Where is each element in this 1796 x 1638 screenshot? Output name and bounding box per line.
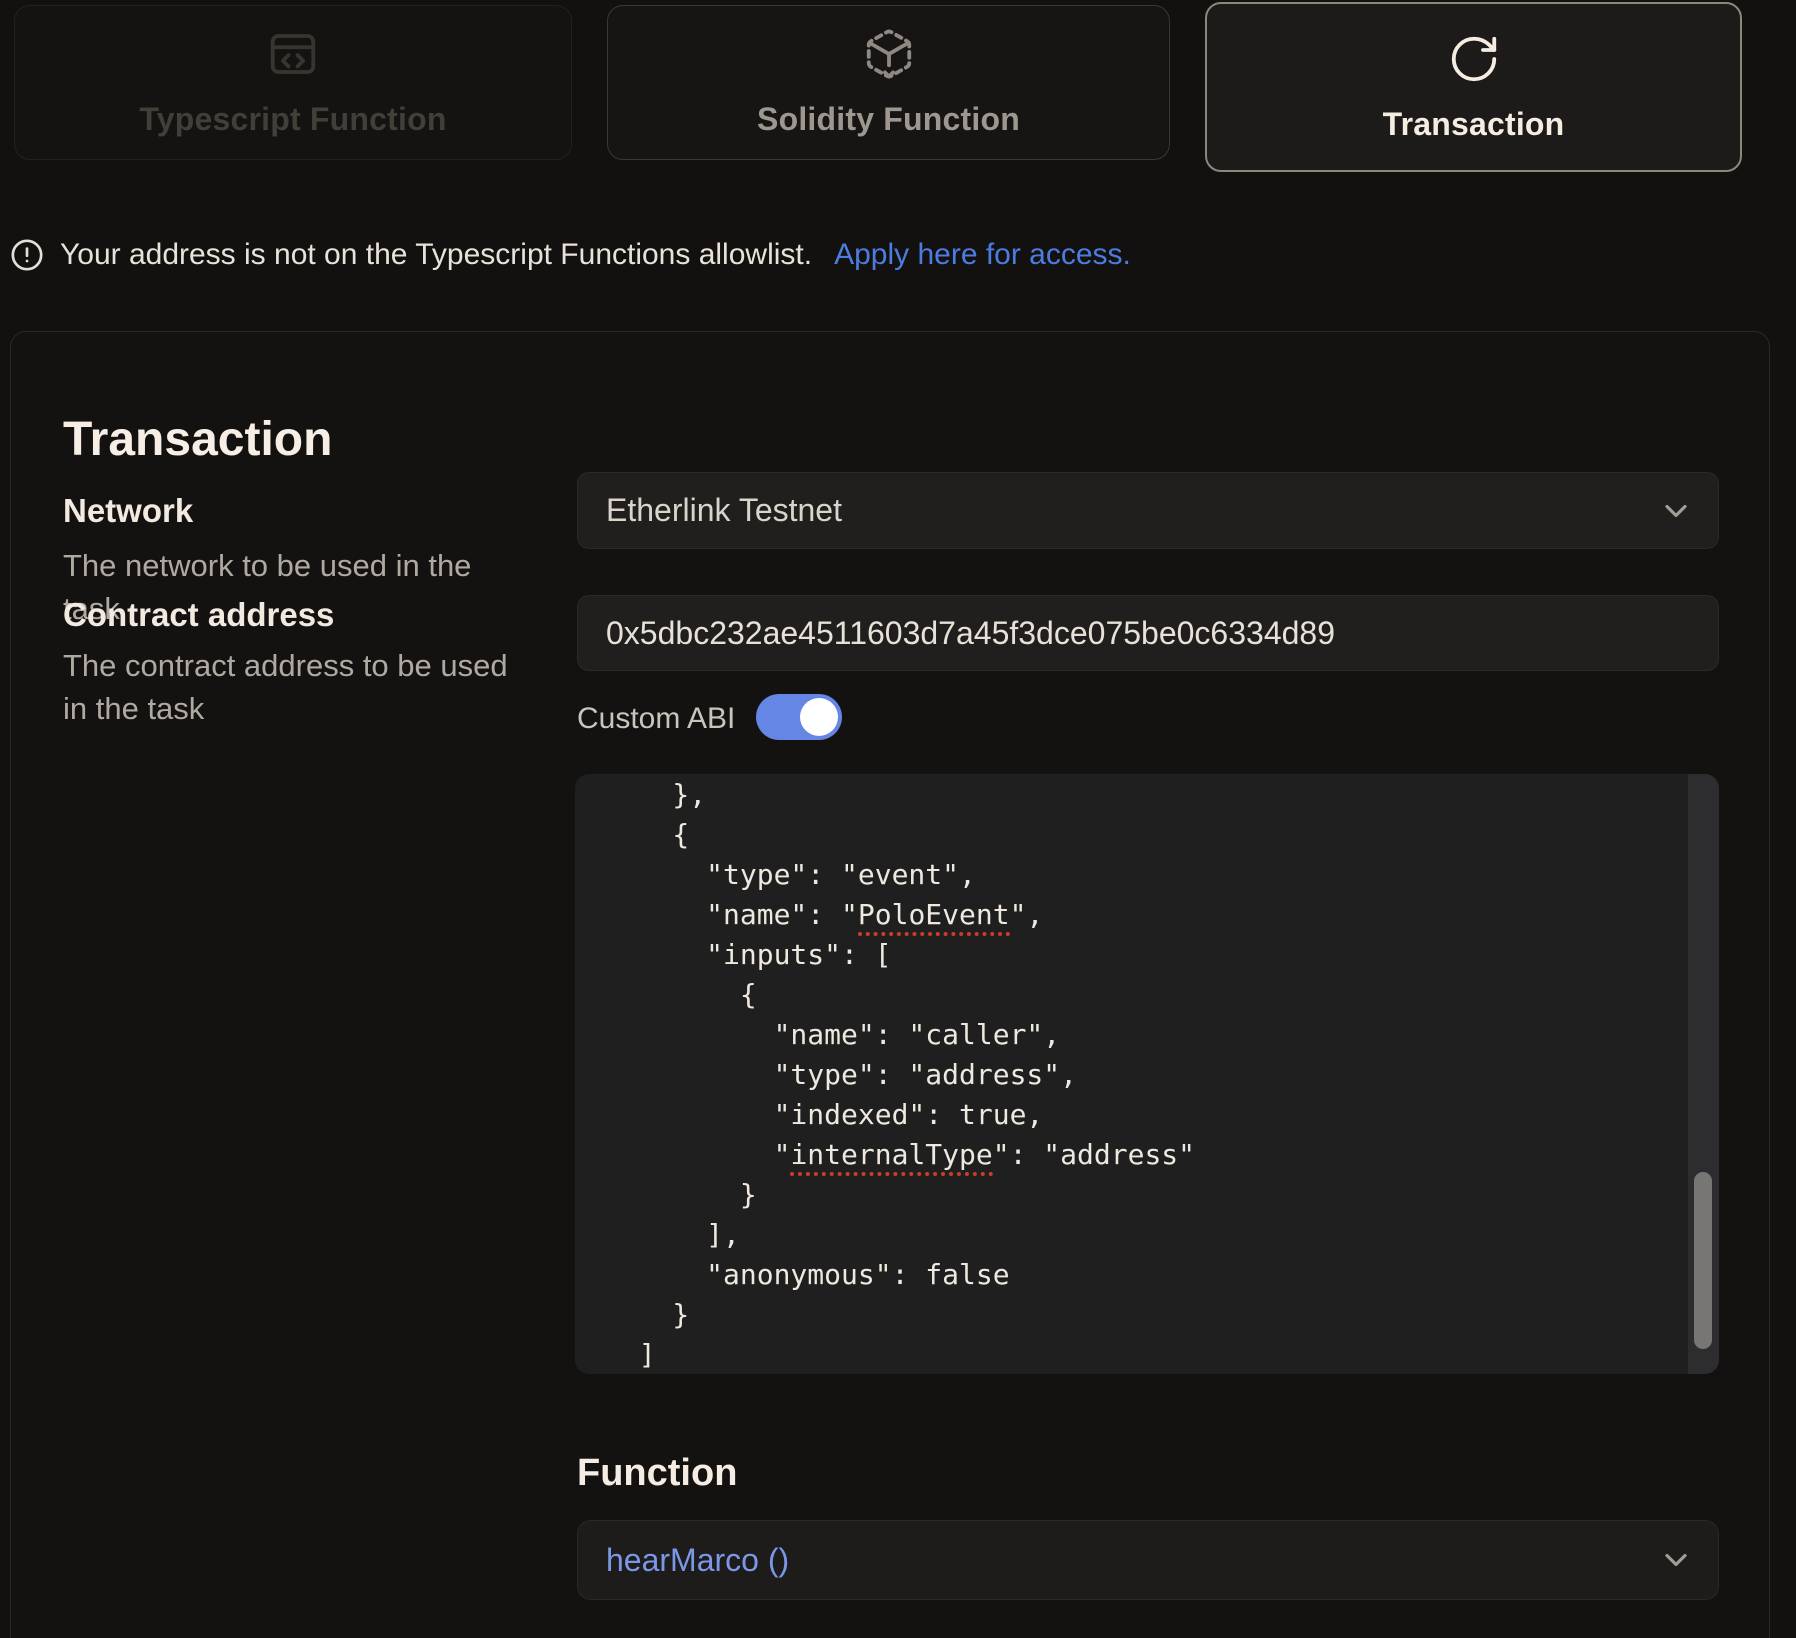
chevron-down-icon [1658,1542,1694,1578]
code-line: "type": "event", [605,855,1679,895]
contract-address-input[interactable]: 0x5dbc232ae4511603d7a45f3dce075be0c6334d… [577,595,1719,671]
function-select[interactable]: hearMarco () [577,1520,1719,1600]
code-line: "inputs": [ [605,935,1679,975]
tab-solidity-function[interactable]: Solidity Function [607,5,1170,160]
chevron-down-icon [1658,493,1694,529]
page: Typescript Function Solidity Function Tr… [0,0,1796,1638]
code-line: "type": "address", [605,1055,1679,1095]
function-label: Function [577,1452,737,1495]
tab-transaction[interactable]: Transaction [1205,2,1742,172]
code-line: }, [605,775,1679,815]
tab-label: Solidity Function [757,101,1020,138]
code-line: "anonymous": false [605,1255,1679,1295]
custom-abi-toggle[interactable] [756,694,842,740]
allowlist-warning: Your address is not on the Typescript Fu… [10,238,1131,272]
editor-scrollbar-thumb[interactable] [1694,1172,1712,1349]
warning-text: Your address is not on the Typescript Fu… [60,238,812,272]
toggle-knob [800,698,838,736]
cube-dashed-icon [862,27,916,81]
contract-address-value: 0x5dbc232ae4511603d7a45f3dce075be0c6334d… [606,615,1335,652]
contract-address-description: The contract address to be used in the t… [63,644,533,730]
rotate-cw-icon [1447,32,1501,86]
code-line: } [605,1175,1679,1215]
code-line: "indexed": true, [605,1095,1679,1135]
code-line: "name": "PoloEvent", [605,895,1679,935]
function-value: hearMarco () [606,1542,789,1579]
code-line: { [605,975,1679,1015]
tab-typescript-function[interactable]: Typescript Function [14,5,572,160]
code-line: "internalType": "address" [605,1135,1679,1175]
alert-circle-icon [10,238,44,272]
misspelled-word: PoloEvent [858,898,1010,936]
tab-label: Transaction [1383,106,1565,143]
code-line: ], [605,1215,1679,1255]
code-line: } [605,1295,1679,1335]
contract-address-label: Contract address [63,596,334,634]
abi-code-editor[interactable]: }, { "type": "event", "name": "PoloEvent… [575,774,1719,1374]
misspelled-word: internalType [790,1138,992,1176]
transaction-panel: Transaction Network The network to be us… [10,331,1770,1638]
network-label: Network [63,492,193,530]
code-line: ] [605,1335,1679,1374]
network-select[interactable]: Etherlink Testnet [577,472,1719,549]
network-value: Etherlink Testnet [606,492,842,529]
code-line: { [605,815,1679,855]
custom-abi-label: Custom ABI [577,702,735,736]
panel-title: Transaction [63,412,332,467]
tab-label: Typescript Function [139,101,446,138]
editor-scrollbar [1688,774,1719,1374]
apply-access-link[interactable]: Apply here for access. [834,238,1131,272]
code-line: "name": "caller", [605,1015,1679,1055]
abi-code-content: }, { "type": "event", "name": "PoloEvent… [575,774,1719,1374]
app-window-code-icon [266,27,320,81]
